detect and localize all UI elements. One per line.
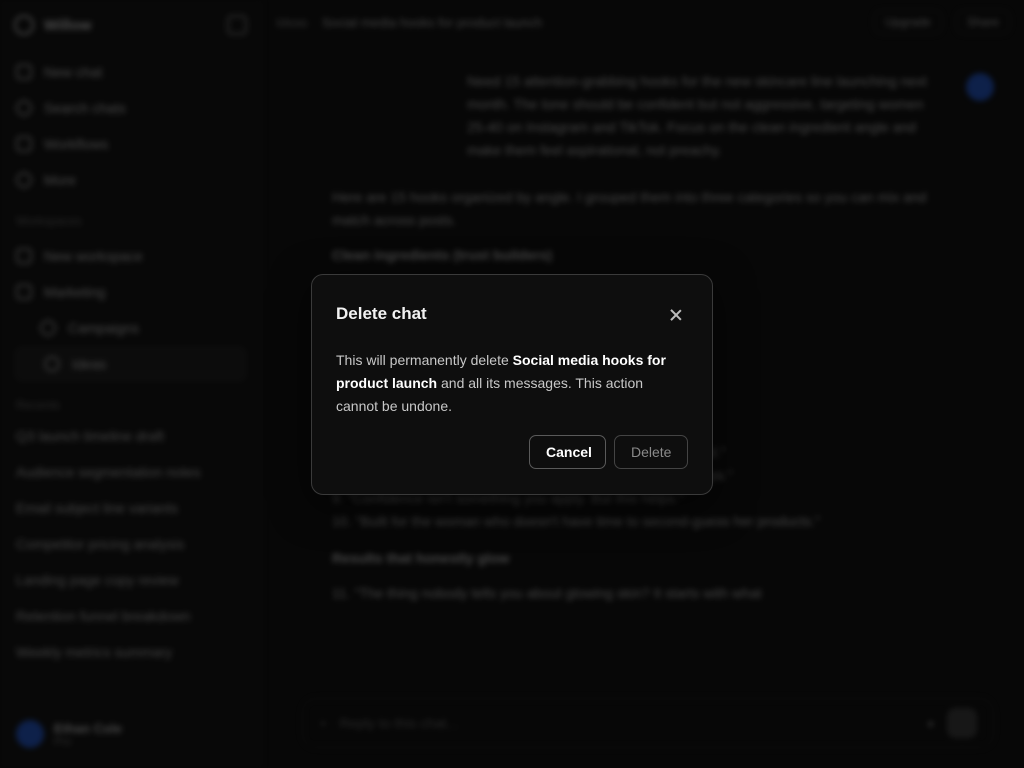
delete-button[interactable]: Delete <box>614 435 688 469</box>
dialog-message: This will permanently delete Social medi… <box>336 349 688 418</box>
cancel-button[interactable]: Cancel <box>529 435 606 469</box>
dialog-actions: Cancel Delete <box>529 435 688 469</box>
delete-chat-dialog: Delete chat This will permanently delete… <box>311 274 713 495</box>
dialog-title: Delete chat <box>336 304 427 323</box>
dialog-message-prefix: This will permanently delete <box>336 352 513 368</box>
close-icon[interactable] <box>666 305 686 325</box>
